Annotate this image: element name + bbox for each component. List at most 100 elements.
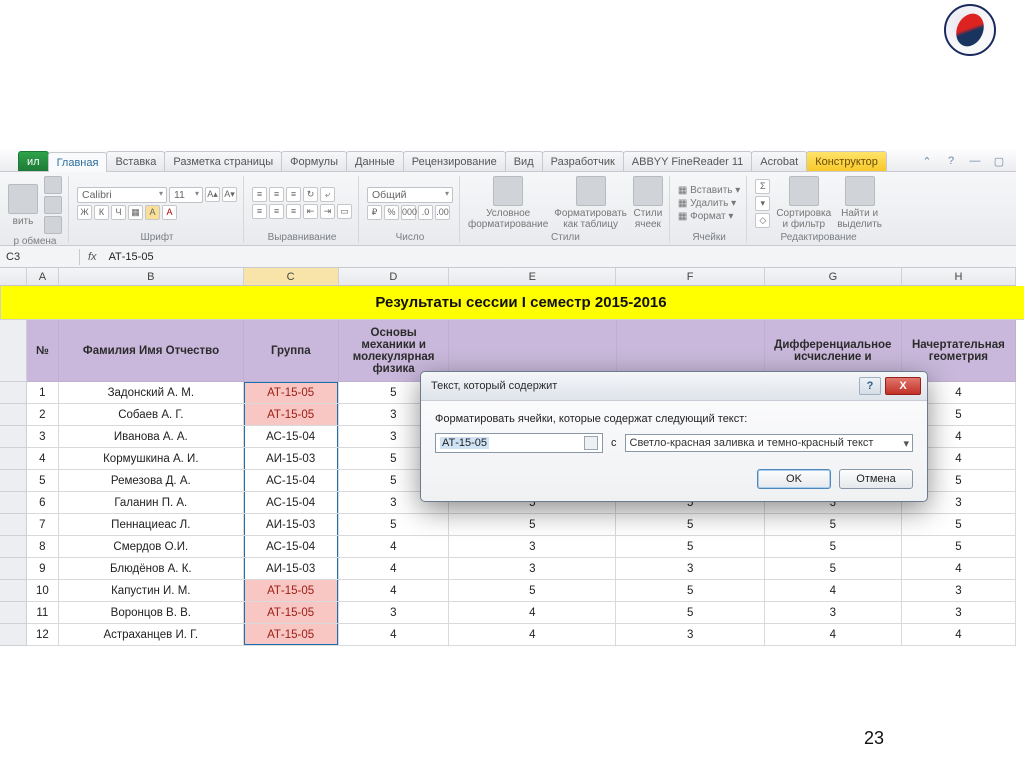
tab-abbyy[interactable]: ABBYY FineReader 11 <box>623 151 753 171</box>
col-header-B[interactable]: B <box>59 268 244 285</box>
decrease-font-icon[interactable]: A▾ <box>222 187 237 202</box>
tab-review[interactable]: Рецензирование <box>403 151 506 171</box>
copy-icon[interactable] <box>44 196 62 214</box>
cell-F[interactable]: 3 <box>616 624 764 646</box>
tab-acrobat[interactable]: Acrobat <box>751 151 807 171</box>
select-all-corner[interactable] <box>0 268 27 285</box>
cell-F[interactable]: 5 <box>616 514 764 536</box>
col-header-D[interactable]: D <box>339 268 449 285</box>
cell-num[interactable]: 8 <box>27 536 59 558</box>
cell-fio[interactable]: Собаев А. Г. <box>59 404 244 426</box>
tab-view[interactable]: Вид <box>505 151 543 171</box>
row-header[interactable] <box>0 426 27 448</box>
align-left-icon[interactable]: ≡ <box>252 204 267 219</box>
cell-fio[interactable]: Пеннациеас Л. <box>59 514 244 536</box>
cell-num[interactable]: 1 <box>27 382 59 404</box>
cell-E[interactable]: 3 <box>449 558 616 580</box>
cell-E[interactable]: 4 <box>449 602 616 624</box>
increase-font-icon[interactable]: A▴ <box>205 187 220 202</box>
align-mid-icon[interactable]: ≡ <box>269 187 284 202</box>
cell-D[interactable]: 5 <box>339 514 449 536</box>
row-header[interactable] <box>0 624 27 646</box>
row-header[interactable] <box>0 470 27 492</box>
cell-num[interactable]: 3 <box>27 426 59 448</box>
col-header-E[interactable]: E <box>449 268 616 285</box>
cell-G[interactable]: 4 <box>765 624 902 646</box>
dialog-close-button[interactable]: X <box>885 377 921 395</box>
cell-E[interactable]: 5 <box>449 580 616 602</box>
font-size-select[interactable]: 11 <box>169 187 203 203</box>
cell-fio[interactable]: Иванова А. А. <box>59 426 244 448</box>
cell-group[interactable]: АТ-15-05 <box>244 580 339 602</box>
cell-G[interactable]: 5 <box>765 536 902 558</box>
align-right-icon[interactable]: ≡ <box>286 204 301 219</box>
dec-decimal-icon[interactable]: .00 <box>435 205 450 220</box>
cell-group[interactable]: АС-15-04 <box>244 470 339 492</box>
row-header[interactable] <box>0 382 27 404</box>
cell-fio[interactable]: Задонский А. М. <box>59 382 244 404</box>
row-header[interactable] <box>0 404 27 426</box>
cell-num[interactable]: 12 <box>27 624 59 646</box>
cell-num[interactable]: 5 <box>27 470 59 492</box>
cell-G[interactable]: 4 <box>765 580 902 602</box>
fx-icon[interactable]: fx <box>80 251 105 263</box>
align-top-icon[interactable]: ≡ <box>252 187 267 202</box>
cell-num[interactable]: 10 <box>27 580 59 602</box>
col-header-F[interactable]: F <box>616 268 764 285</box>
cell-D[interactable]: 4 <box>339 536 449 558</box>
tab-insert[interactable]: Вставка <box>106 151 165 171</box>
cell-F[interactable]: 3 <box>616 558 764 580</box>
cell-D[interactable]: 4 <box>339 580 449 602</box>
cell-D[interactable]: 4 <box>339 624 449 646</box>
row-header[interactable] <box>0 536 27 558</box>
window-restore-icon[interactable]: ▢ <box>992 155 1006 168</box>
format-painter-icon[interactable] <box>44 216 62 234</box>
cell-num[interactable]: 9 <box>27 558 59 580</box>
help-icon[interactable]: ? <box>944 155 958 168</box>
underline-button[interactable]: Ч <box>111 205 126 220</box>
italic-button[interactable]: К <box>94 205 109 220</box>
cell-G[interactable]: 5 <box>765 558 902 580</box>
cell-F[interactable]: 5 <box>616 536 764 558</box>
cell-group[interactable]: АИ-15-03 <box>244 514 339 536</box>
percent-icon[interactable]: % <box>384 205 399 220</box>
cell-fio[interactable]: Астраханцев И. Г. <box>59 624 244 646</box>
name-box[interactable]: C3 <box>0 249 80 265</box>
cell-group[interactable]: АИ-15-03 <box>244 448 339 470</box>
currency-icon[interactable]: ₽ <box>367 205 382 220</box>
cell-F[interactable]: 5 <box>616 580 764 602</box>
cell-num[interactable]: 2 <box>27 404 59 426</box>
conditional-formatting-icon[interactable] <box>493 176 523 206</box>
cell-num[interactable]: 4 <box>27 448 59 470</box>
cell-num[interactable]: 11 <box>27 602 59 624</box>
find-select-icon[interactable] <box>845 176 875 206</box>
comma-icon[interactable]: 000 <box>401 205 416 220</box>
wrap-text-icon[interactable]: ⤶ <box>320 187 335 202</box>
row-header[interactable] <box>0 492 27 514</box>
col-header-H[interactable]: H <box>902 268 1016 285</box>
dialog-help-button[interactable]: ? <box>859 377 881 395</box>
cell-group[interactable]: АТ-15-05 <box>244 602 339 624</box>
sort-filter-icon[interactable] <box>789 176 819 206</box>
row-header[interactable] <box>0 602 27 624</box>
cell-G[interactable]: 3 <box>765 602 902 624</box>
cell-num[interactable]: 6 <box>27 492 59 514</box>
row-header[interactable] <box>0 580 27 602</box>
col-header-G[interactable]: G <box>765 268 902 285</box>
format-cells-button[interactable]: ▦ Формат ▾ <box>678 211 740 222</box>
align-center-icon[interactable]: ≡ <box>269 204 284 219</box>
fill-color-icon[interactable]: A <box>145 205 160 220</box>
dialog-format-select[interactable]: Светло-красная заливка и темно-красный т… <box>625 434 914 452</box>
insert-cells-button[interactable]: ▦ Вставить ▾ <box>678 185 740 196</box>
tab-pagelayout[interactable]: Разметка страницы <box>164 151 282 171</box>
cell-E[interactable]: 3 <box>449 536 616 558</box>
tab-home[interactable]: Главная <box>48 152 108 172</box>
col-header-C[interactable]: C <box>244 268 339 285</box>
cell-group[interactable]: АТ-15-05 <box>244 404 339 426</box>
align-bot-icon[interactable]: ≡ <box>286 187 301 202</box>
formula-value[interactable]: АТ-15-05 <box>105 249 158 265</box>
merge-icon[interactable]: ▭ <box>337 204 352 219</box>
cell-fio[interactable]: Ремезова Д. А. <box>59 470 244 492</box>
cell-group[interactable]: АС-15-04 <box>244 492 339 514</box>
cell-fio[interactable]: Воронцов В. В. <box>59 602 244 624</box>
